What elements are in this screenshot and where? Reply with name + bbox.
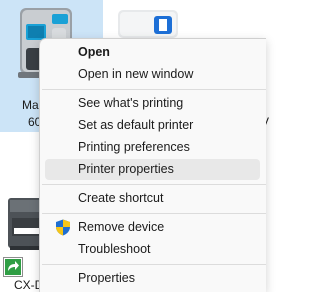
device-label: Ma bbox=[22, 98, 39, 112]
menu-item-create-shortcut[interactable]: Create shortcut bbox=[45, 188, 260, 209]
menu-item-label: Printing preferences bbox=[78, 140, 190, 154]
menu-item-properties[interactable]: Properties bbox=[45, 268, 260, 289]
shortcut-arrow-icon bbox=[3, 257, 23, 277]
menu-separator bbox=[42, 213, 266, 214]
menu-item-label: Properties bbox=[78, 271, 135, 285]
menu-separator bbox=[42, 264, 266, 265]
menu-item-set-default-printer[interactable]: Set as default printer bbox=[45, 115, 260, 136]
menu-item-open-new-window[interactable]: Open in new window bbox=[45, 64, 260, 85]
menu-item-printer-properties[interactable]: Printer properties bbox=[45, 159, 260, 180]
menu-item-label: See what's printing bbox=[78, 96, 184, 110]
menu-item-label: Remove device bbox=[78, 220, 165, 234]
menu-item-label: Set as default printer bbox=[78, 118, 194, 132]
printer-icon[interactable] bbox=[118, 6, 182, 38]
context-menu: Open Open in new window See what's print… bbox=[39, 38, 266, 292]
uac-shield-icon bbox=[56, 219, 70, 236]
menu-item-printing-preferences[interactable]: Printing preferences bbox=[45, 137, 260, 158]
menu-separator bbox=[42, 89, 266, 90]
menu-item-label: Printer properties bbox=[78, 162, 174, 176]
menu-item-label: Open bbox=[78, 45, 110, 59]
menu-item-remove-device[interactable]: Remove device bbox=[45, 217, 260, 238]
menu-item-see-whats-printing[interactable]: See what's printing bbox=[45, 93, 260, 114]
menu-item-label: Open in new window bbox=[78, 67, 194, 81]
menu-item-open[interactable]: Open bbox=[45, 42, 260, 63]
menu-item-label: Troubleshoot bbox=[78, 242, 151, 256]
menu-item-troubleshoot[interactable]: Troubleshoot bbox=[45, 239, 260, 260]
menu-item-label: Create shortcut bbox=[78, 191, 164, 205]
menu-separator bbox=[42, 184, 266, 185]
